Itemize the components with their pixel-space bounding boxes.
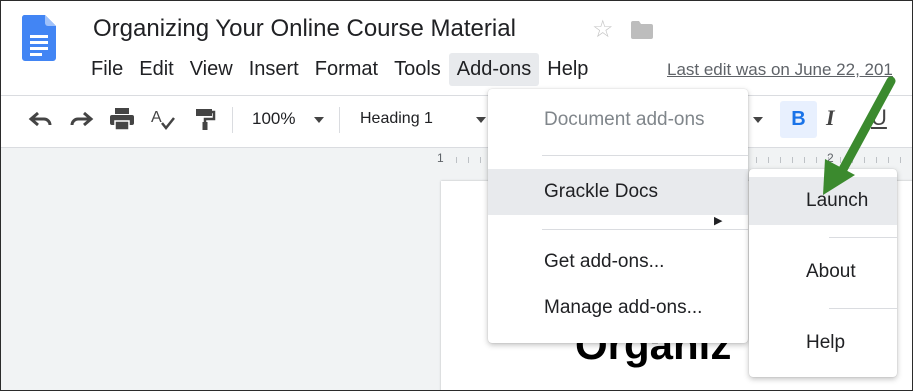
menu-insert[interactable]: Insert: [241, 53, 307, 86]
zoom-select[interactable]: 100%: [252, 109, 295, 129]
submenu-arrow-icon: ▶: [714, 215, 723, 227]
zoom-dropdown-icon[interactable]: [314, 117, 324, 123]
spellcheck-icon[interactable]: A: [150, 107, 176, 131]
annotation-arrow-icon: [823, 76, 896, 195]
menu-item-get-add-ons[interactable]: Get add-ons...: [488, 251, 748, 277]
ruler-label: 1: [437, 151, 444, 165]
print-icon[interactable]: [109, 107, 135, 131]
toolbar-divider: [339, 107, 340, 133]
menu-view[interactable]: View: [182, 53, 241, 86]
menu-bar: File Edit View Insert Format Tools Add-o…: [83, 51, 596, 87]
menu-divider: [542, 229, 748, 230]
menu-item-grackle-docs[interactable]: Grackle Docs: [488, 169, 748, 215]
menu-divider: [829, 308, 897, 309]
menu-tools[interactable]: Tools: [386, 53, 449, 86]
star-icon[interactable]: ☆: [592, 15, 614, 45]
app-window: Organizing Your Online Course Material ☆…: [0, 0, 913, 391]
paragraph-style-select[interactable]: Heading 1: [360, 110, 433, 128]
undo-icon[interactable]: [28, 109, 54, 129]
add-ons-menu: Document add-ons Grackle Docs ▶ Get add-…: [488, 89, 748, 343]
folder-icon[interactable]: [631, 21, 653, 39]
submenu-item-about[interactable]: About: [749, 261, 897, 287]
redo-icon[interactable]: [68, 109, 94, 129]
menu-divider: [542, 155, 748, 156]
document-title[interactable]: Organizing Your Online Course Material: [93, 15, 516, 43]
google-docs-icon[interactable]: [22, 15, 56, 61]
submenu-item-help[interactable]: Help: [749, 332, 897, 358]
toolbar: [1, 95, 912, 146]
font-size-dropdown-icon[interactable]: [753, 117, 763, 123]
menu-divider: [829, 237, 897, 238]
menu-help[interactable]: Help: [539, 53, 596, 86]
style-dropdown-icon[interactable]: [476, 117, 486, 123]
svg-text:A: A: [151, 109, 162, 126]
menu-add-ons[interactable]: Add-ons: [448, 52, 540, 86]
menu-file[interactable]: File: [83, 53, 131, 86]
toolbar-divider: [232, 107, 233, 133]
menu-edit[interactable]: Edit: [131, 53, 181, 86]
menu-header-document-add-ons: Document add-ons: [544, 109, 705, 130]
menu-item-manage-add-ons[interactable]: Manage add-ons...: [488, 297, 748, 323]
menu-format[interactable]: Format: [307, 53, 386, 86]
paint-format-icon[interactable]: [194, 107, 216, 131]
